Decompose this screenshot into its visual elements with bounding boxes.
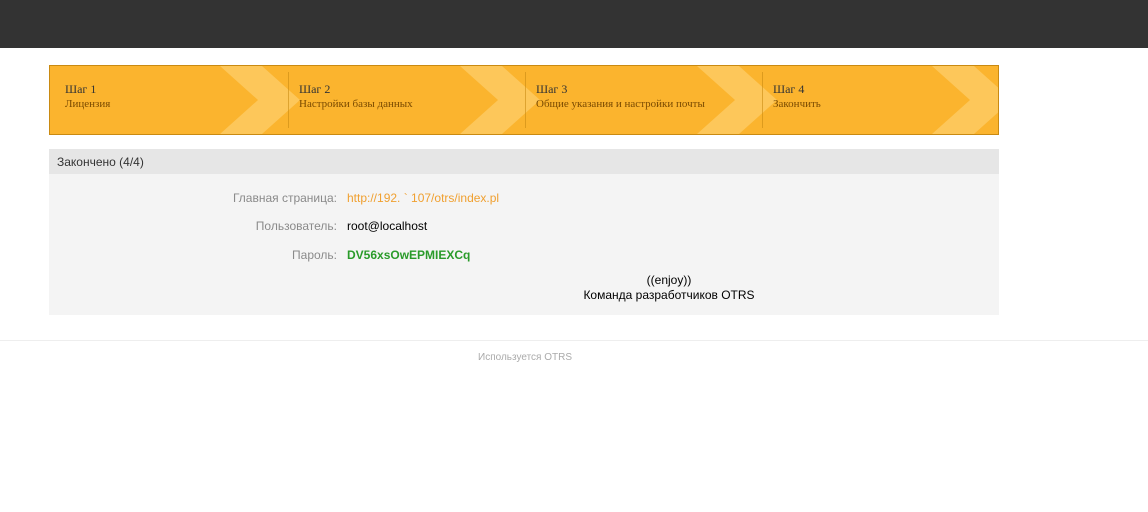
step-separator [762, 72, 763, 128]
step-1: Шаг 1 Лицензия [50, 66, 300, 134]
panel-header: Закончено (4/4) [49, 149, 999, 174]
step-1-title: Шаг 1 [65, 82, 97, 96]
step-3-title: Шаг 3 [536, 82, 568, 96]
step-2: Шаг 2 Настройки базы данных [288, 66, 540, 134]
step-4: Шаг 4 Закончить [762, 66, 998, 134]
step-1-subtitle: Лицензия [65, 98, 111, 110]
step-2-title: Шаг 2 [299, 82, 331, 96]
top-header-bar [0, 0, 1148, 48]
step-2-subtitle: Настройки базы данных [299, 98, 413, 110]
panel-title: Закончено (4/4) [57, 155, 144, 169]
password-label: Пароль: [292, 248, 337, 262]
user-row: Пользователь: root@localhost [49, 219, 999, 235]
step-separator [288, 72, 289, 128]
powered-by-footer: Используется OTRS [478, 352, 573, 363]
installer-steps-bar: Шаг 1 Лицензия Шаг 2 Настройки базы данн… [49, 65, 999, 135]
step-separator [525, 72, 526, 128]
user-value: root@localhost [347, 219, 428, 233]
user-label: Пользователь: [255, 219, 337, 233]
chevron-arrow-icon [932, 66, 998, 134]
step-3-subtitle: Общие указания и настройки почты [536, 98, 705, 110]
homepage-row: Главная страница: http://192. ` 107/otrs… [49, 191, 999, 207]
enjoy-text: ((enjoy)) [646, 273, 692, 287]
footer-divider [0, 340, 1148, 341]
step-4-title: Шаг 4 [773, 82, 805, 96]
password-value: DV56xsOwEPMIEXCq [347, 248, 471, 262]
panel-body: Главная страница: http://192. ` 107/otrs… [49, 174, 999, 315]
step-4-subtitle: Закончить [773, 98, 821, 110]
password-row: Пароль: DV56xsOwEPMIEXCq [49, 248, 999, 264]
step-3: Шаг 3 Общие указания и настройки почты [525, 66, 777, 134]
team-text: Команда разработчиков OTRS [583, 288, 755, 302]
homepage-link[interactable]: http://192. ` 107/otrs/index.pl [347, 191, 499, 205]
homepage-label: Главная страница: [232, 191, 337, 205]
